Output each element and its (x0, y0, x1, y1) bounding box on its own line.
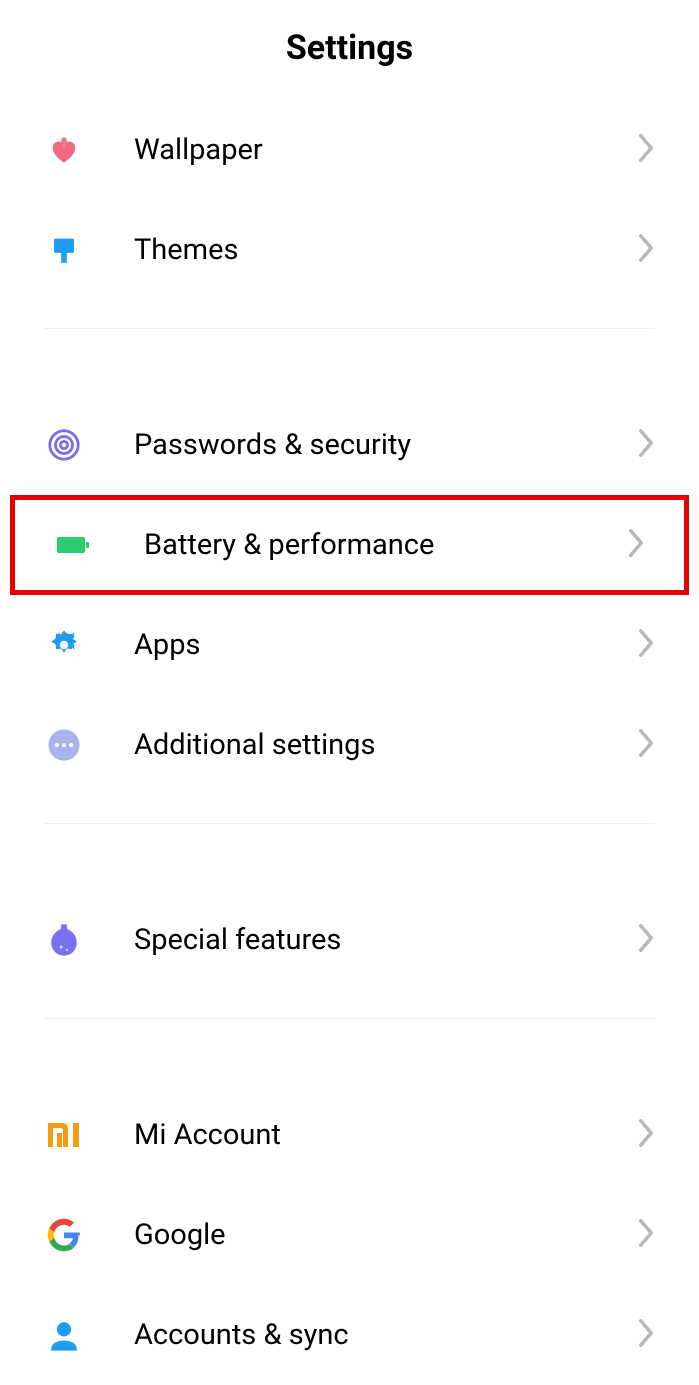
settings-item-label: Google (134, 1218, 637, 1252)
google-icon (44, 1215, 84, 1255)
settings-item-mi-account[interactable]: Mi Account (0, 1085, 699, 1185)
settings-item-label: Additional settings (134, 728, 637, 762)
settings-item-label: Themes (134, 233, 637, 267)
settings-item-passwords-security[interactable]: Passwords & security (0, 395, 699, 495)
fingerprint-icon (44, 425, 84, 465)
settings-item-apps[interactable]: Apps (0, 595, 699, 695)
mi-icon (44, 1115, 84, 1155)
settings-item-google[interactable]: Google (0, 1185, 699, 1285)
settings-item-label: Passwords & security (134, 428, 637, 462)
page-title: Settings (0, 28, 699, 68)
settings-item-label: Special features (134, 923, 637, 957)
settings-item-label: Accounts & sync (134, 1318, 637, 1352)
settings-item-label: Mi Account (134, 1118, 637, 1152)
settings-item-wallpaper[interactable]: Wallpaper (0, 100, 699, 200)
settings-list: Wallpaper Themes Passwords & security (0, 100, 699, 1385)
battery-icon (54, 525, 94, 565)
settings-item-label: Battery & performance (144, 528, 627, 562)
chevron-right-icon (637, 1219, 655, 1251)
chevron-right-icon (637, 134, 655, 166)
page-header: Settings (0, 0, 699, 100)
chevron-right-icon (637, 1319, 655, 1351)
account-icon (44, 1315, 84, 1355)
section-divider (44, 328, 655, 329)
chevron-right-icon (637, 429, 655, 461)
settings-item-accounts-sync[interactable]: Accounts & sync (0, 1285, 699, 1385)
section-divider (44, 1018, 655, 1019)
flask-icon (44, 920, 84, 960)
settings-item-additional-settings[interactable]: Additional settings (0, 695, 699, 795)
settings-item-special-features[interactable]: Special features (0, 890, 699, 990)
chevron-right-icon (637, 924, 655, 956)
section-divider (44, 823, 655, 824)
themes-icon (44, 230, 84, 270)
wallpaper-icon (44, 130, 84, 170)
chevron-right-icon (637, 729, 655, 761)
chevron-right-icon (627, 529, 645, 561)
apps-icon (44, 625, 84, 665)
settings-item-label: Wallpaper (134, 133, 637, 167)
chevron-right-icon (637, 1119, 655, 1151)
more-icon (44, 725, 84, 765)
settings-item-label: Apps (134, 628, 637, 662)
settings-item-battery-performance[interactable]: Battery & performance (10, 495, 689, 595)
chevron-right-icon (637, 234, 655, 266)
chevron-right-icon (637, 629, 655, 661)
settings-item-themes[interactable]: Themes (0, 200, 699, 300)
